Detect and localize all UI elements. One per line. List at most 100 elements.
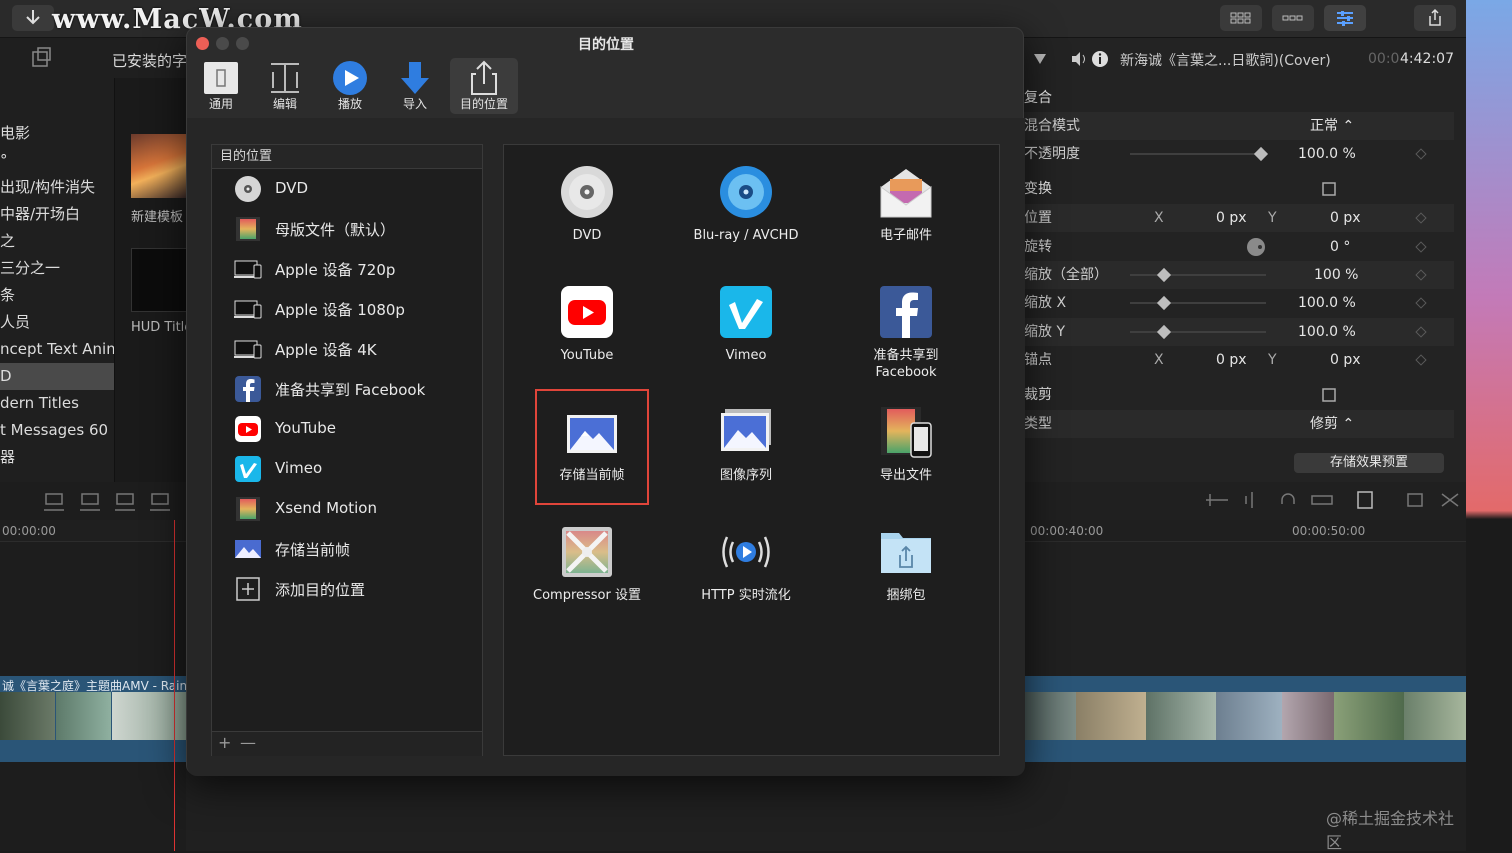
grid-item-export-file[interactable]: 导出文件	[846, 397, 966, 507]
opacity-slider[interactable]	[1130, 153, 1266, 155]
layout-grid-button[interactable]	[1220, 5, 1262, 31]
scale-x-slider[interactable]	[1130, 302, 1266, 304]
list-item[interactable]: YouTube	[212, 409, 482, 449]
opacity-value[interactable]: 100.0 %	[1298, 140, 1356, 168]
grid-item-facebook[interactable]: 准备共享到 Facebook	[846, 277, 966, 387]
composite-header[interactable]: 复合	[1024, 84, 1454, 112]
viewer-controls-icon[interactable]	[1032, 50, 1092, 68]
crop-type-popup[interactable]: 修剪 ⌃	[1310, 410, 1354, 438]
keyframe-icon[interactable]	[1415, 354, 1427, 366]
list-item-label: 准备共享到 Facebook	[275, 381, 426, 399]
remove-button[interactable]: —	[240, 733, 256, 752]
keyframe-icon[interactable]	[1415, 297, 1427, 309]
transform-header[interactable]: 变换	[1024, 175, 1454, 203]
add-button[interactable]: +	[218, 733, 231, 752]
category-item[interactable]: dern Titles	[0, 390, 114, 417]
grid-item-vimeo[interactable]: Vimeo	[686, 277, 806, 387]
audio-tools-icon[interactable]	[1200, 488, 1466, 512]
add-destination-item[interactable]: 添加目的位置	[212, 569, 482, 609]
category-item-selected[interactable]: D	[0, 363, 114, 390]
keyframe-icon[interactable]	[1415, 212, 1427, 224]
save-effects-preset-button[interactable]: 存储效果预置	[1294, 453, 1444, 473]
inspector-panel: 新海诚《言葉之...日歌詞)(Cover) 00:0 4:42:07 复合 混合…	[1024, 38, 1466, 482]
grid-item-youtube[interactable]: YouTube	[527, 277, 647, 387]
category-item[interactable]: 之	[0, 228, 114, 255]
keyframe-icon[interactable]	[1415, 326, 1427, 338]
window-title: 目的位置	[578, 37, 634, 53]
grid-item-dvd[interactable]: DVD	[527, 157, 647, 267]
list-item[interactable]: Apple 设备 720p	[212, 249, 482, 289]
edit-buttons-icon[interactable]	[44, 490, 184, 514]
section-label: 变换	[1024, 181, 1052, 197]
hud-title-thumbnail[interactable]	[131, 248, 187, 312]
scale-y-slider-knob[interactable]	[1156, 324, 1172, 340]
template-thumbnail[interactable]	[131, 134, 187, 198]
blend-mode-popup[interactable]: 正常 ⌃	[1310, 112, 1354, 140]
scale-y-value[interactable]: 100.0 %	[1298, 318, 1356, 346]
keyframe-icon[interactable]	[1415, 269, 1427, 281]
grid-item-bundle[interactable]: 捆绑包	[846, 517, 966, 627]
position-x-value[interactable]: 0 px	[1216, 204, 1247, 232]
anchor-x-value[interactable]: 0 px	[1216, 346, 1247, 374]
grid-item-label: DVD	[572, 228, 602, 243]
scale-x-value[interactable]: 100.0 %	[1298, 289, 1356, 317]
tab-import[interactable]: 导入	[385, 58, 445, 114]
grid-item-http-live-streaming[interactable]: HTTP 实时流化	[686, 517, 806, 627]
category-item[interactable]: 人员	[0, 309, 114, 336]
timeline-clip-right[interactable]	[1024, 676, 1466, 762]
scale-y-slider[interactable]	[1130, 331, 1266, 333]
share-button[interactable]	[1414, 5, 1456, 31]
scale-slider[interactable]	[1130, 274, 1266, 276]
grid-item-compressor[interactable]: Compressor 设置	[527, 517, 647, 627]
tab-edit[interactable]: 编辑	[255, 58, 315, 114]
category-item[interactable]: 中器/开场白	[0, 201, 114, 228]
scale-x-slider-knob[interactable]	[1156, 295, 1172, 311]
category-item[interactable]: ncept Text Anima	[0, 336, 114, 363]
tab-general[interactable]: 通用	[191, 58, 251, 114]
category-item[interactable]: 器	[0, 444, 114, 471]
anchor-y-value[interactable]: 0 px	[1330, 346, 1361, 374]
playhead[interactable]	[174, 520, 175, 851]
desktop-background	[1466, 0, 1512, 851]
crop-onscreen-icon[interactable]	[1322, 388, 1336, 402]
list-item[interactable]: DVD	[212, 169, 482, 209]
position-y-value[interactable]: 0 px	[1330, 204, 1361, 232]
section-label: 裁剪	[1024, 387, 1052, 403]
category-item[interactable]: 条	[0, 282, 114, 309]
crop-header[interactable]: 裁剪	[1024, 381, 1454, 409]
rotation-value[interactable]: 0 °	[1330, 233, 1350, 261]
grid-item-save-current-frame[interactable]: 存储当前帧	[535, 389, 649, 505]
list-item[interactable]: Apple 设备 4K	[212, 329, 482, 369]
category-item[interactable]: 电影	[0, 120, 114, 147]
category-item[interactable]: °	[0, 147, 114, 174]
grid-item-image-sequence[interactable]: 图像序列	[686, 397, 806, 507]
tab-playback[interactable]: 播放	[320, 58, 380, 114]
rotation-dial[interactable]	[1246, 237, 1266, 257]
keyframe-icon[interactable]	[1415, 148, 1427, 160]
tab-destinations[interactable]: 目的位置	[450, 58, 518, 114]
list-item[interactable]: 准备共享到 Facebook	[212, 369, 482, 409]
transform-onscreen-icon[interactable]	[1322, 182, 1336, 196]
grid-item-email[interactable]: 电子邮件	[846, 157, 966, 267]
layout-strip-button[interactable]	[1272, 5, 1314, 31]
scale-slider-knob[interactable]	[1156, 267, 1172, 283]
category-item[interactable]: t Messages 60	[0, 417, 114, 444]
import-button[interactable]	[12, 5, 54, 31]
list-item[interactable]: Apple 设备 1080p	[212, 289, 482, 329]
category-item[interactable]: 三分之一	[0, 255, 114, 282]
inspector-toggle-button[interactable]	[1324, 5, 1366, 31]
opacity-slider-knob[interactable]	[1253, 146, 1269, 162]
list-item[interactable]: Vimeo	[212, 449, 482, 489]
info-icon[interactable]	[1090, 49, 1110, 69]
list-item[interactable]: 母版文件（默认）	[212, 209, 482, 249]
keyframe-icon[interactable]	[1415, 241, 1427, 253]
category-item[interactable]: 出现/构件消失	[0, 174, 114, 201]
vimeo-icon	[235, 456, 261, 482]
library-icon[interactable]	[30, 46, 54, 70]
list-item[interactable]: Xsend Motion	[212, 489, 482, 529]
timeline-clip-left[interactable]: 诚《言葉之庭》主題曲AMV - Rain	[0, 676, 187, 762]
grid-item-bluray[interactable]: Blu-ray / AVCHD	[686, 157, 806, 267]
scale-all-value[interactable]: 100 %	[1314, 261, 1358, 289]
list-item[interactable]: 存储当前帧	[212, 529, 482, 569]
image-icon	[235, 540, 261, 558]
